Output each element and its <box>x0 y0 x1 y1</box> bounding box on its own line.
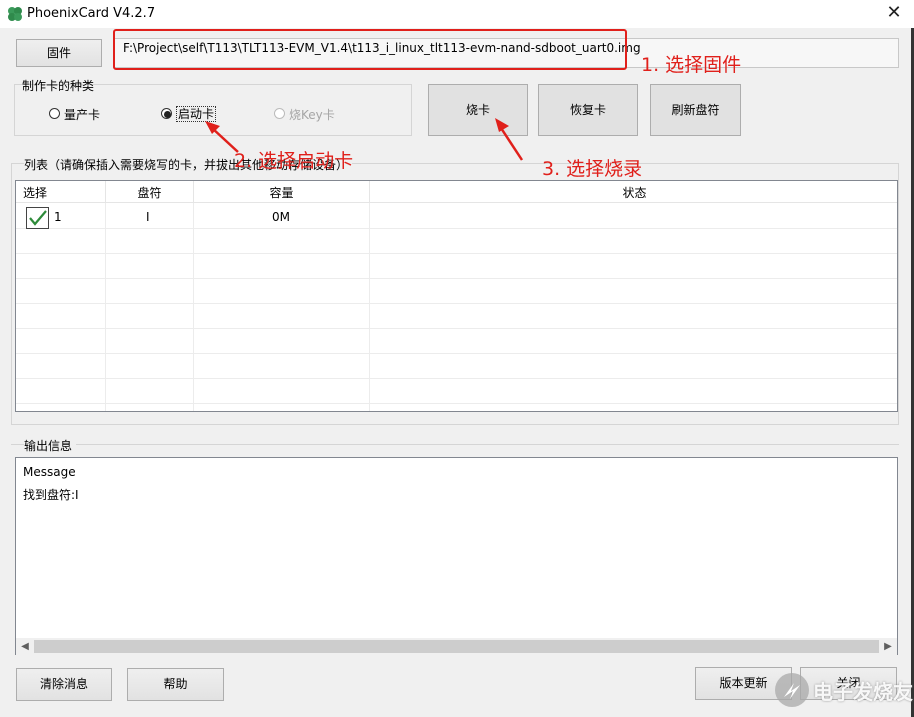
scroll-left-icon[interactable]: ◀ <box>18 638 32 655</box>
column-divider <box>105 203 106 411</box>
output-group <box>11 444 899 452</box>
output-label: 输出信息 <box>24 437 77 454</box>
row-drive-letter: I <box>146 210 150 224</box>
row-select-checkbox[interactable] <box>26 207 49 229</box>
clear-messages-button[interactable]: 清除消息 <box>16 668 112 701</box>
annotation-step2: 2. 选择启动卡 <box>234 150 354 172</box>
column-header-drive[interactable]: 盘符 <box>106 181 194 203</box>
radio-boot-card-label[interactable]: 启动卡 <box>176 106 217 122</box>
row-divider <box>16 328 897 329</box>
watermark-text: 电子发烧友 <box>813 680 913 704</box>
output-line: 找到盘符:I <box>23 488 79 502</box>
row-divider <box>16 378 897 379</box>
horizontal-scrollbar[interactable]: ◀ ▶ <box>16 638 897 655</box>
row-divider <box>16 278 897 279</box>
radio-key-card-label: 烧Key卡 <box>289 108 335 122</box>
phoenix-app-icon <box>8 7 22 21</box>
column-divider <box>369 203 370 411</box>
device-table: 选择 盘符 容量 状态 1 I 0M <box>15 180 898 412</box>
radio-mass-production-label[interactable]: 量产卡 <box>64 106 100 123</box>
burn-card-button[interactable]: 烧卡 <box>428 84 528 136</box>
help-button[interactable]: 帮助 <box>127 668 224 701</box>
annotation-highlight-box <box>113 29 627 70</box>
column-header-select[interactable]: 选择 <box>16 181 106 203</box>
column-divider <box>193 203 194 411</box>
annotation-step1: 1. 选择固件 <box>641 54 742 76</box>
watermark-logo-icon <box>775 673 809 707</box>
window-close-icon[interactable]: ✕ <box>874 0 914 28</box>
table-header: 选择 盘符 容量 状态 <box>16 181 897 203</box>
restore-card-button[interactable]: 恢复卡 <box>538 84 638 136</box>
row-divider <box>16 303 897 304</box>
row-index: 1 <box>54 210 62 224</box>
row-divider <box>16 353 897 354</box>
scroll-right-icon[interactable]: ▶ <box>881 638 895 655</box>
row-divider <box>16 403 897 404</box>
radio-boot-card[interactable] <box>161 108 172 119</box>
column-header-capacity[interactable]: 容量 <box>194 181 370 203</box>
refresh-drives-button[interactable]: 刷新盘符 <box>650 84 741 136</box>
column-header-status[interactable]: 状态 <box>370 181 897 203</box>
title-bar: PhoenixCard V4.2.7 ✕ <box>0 0 914 28</box>
annotation-step3: 3. 选择烧录 <box>542 158 643 180</box>
checkmark-icon <box>29 210 47 226</box>
row-capacity: 0M <box>272 210 290 224</box>
output-line: Message <box>23 465 76 479</box>
card-type-label: 制作卡的种类 <box>22 79 95 93</box>
output-message-box[interactable]: Message 找到盘符:I ◀ ▶ <box>15 457 898 655</box>
firmware-button[interactable]: 固件 <box>16 39 102 67</box>
radio-key-card <box>274 108 285 119</box>
scroll-thumb[interactable] <box>34 640 879 653</box>
window-title: PhoenixCard V4.2.7 <box>27 6 156 21</box>
radio-mass-production[interactable] <box>49 108 60 119</box>
row-divider <box>16 228 897 229</box>
row-divider <box>16 253 897 254</box>
